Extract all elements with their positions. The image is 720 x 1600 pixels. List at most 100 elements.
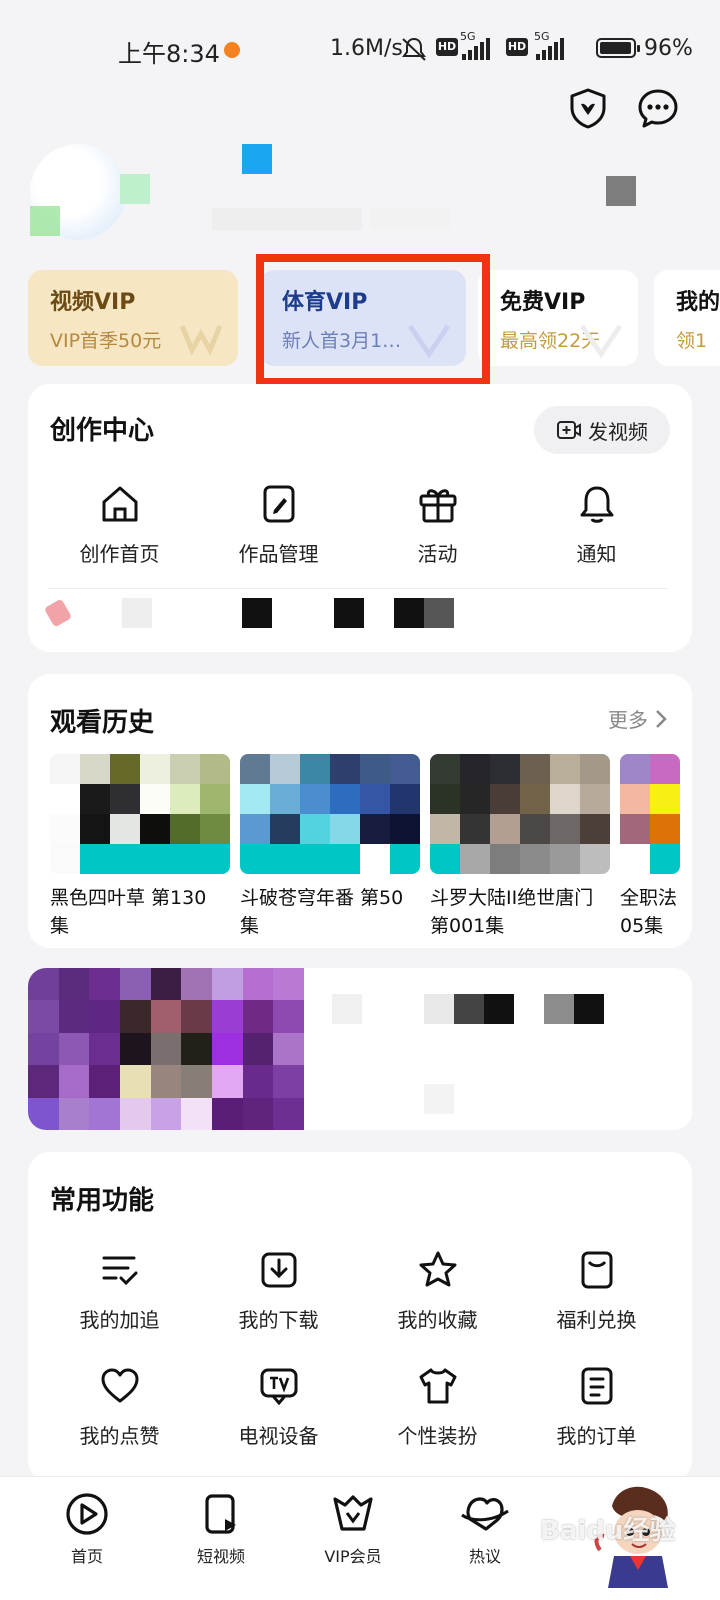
activity-item[interactable]: 活动: [358, 482, 517, 567]
vip-v-icon: [579, 324, 623, 359]
card-title: 常用功能: [50, 1186, 155, 1216]
order-icon: [581, 1367, 612, 1405]
heart-icon: [101, 1368, 138, 1403]
watch-history-card: 观看历史 更多 黑色四叶草 第130 集 斗破苍穹年番 第50 集 斗罗大陆II绝世…: [28, 674, 692, 948]
history-item[interactable]: 黑色四叶草 第130 集: [50, 754, 230, 940]
highlight-box: [256, 254, 490, 386]
username-mosaic: [212, 208, 362, 230]
tab-home[interactable]: 首页: [32, 1491, 142, 1567]
video-vip-card[interactable]: 视频VIP VIP首季50元: [28, 270, 238, 366]
common-item-label: 我的订单: [556, 1424, 637, 1448]
tshirt-icon: [419, 1368, 456, 1404]
banner-mosaic: [394, 598, 424, 628]
follow-list-item[interactable]: 我的加追: [40, 1248, 199, 1333]
history-item[interactable]: 斗破苍穹年番 第50 集: [240, 754, 420, 940]
username-mosaic: [370, 208, 450, 230]
chevron-right-icon: [656, 709, 667, 728]
personalize-item[interactable]: 个性装扮: [358, 1364, 517, 1449]
tv-devices-item[interactable]: 电视设备: [199, 1364, 358, 1449]
watermark-text: Baidu经验: [540, 1516, 676, 1546]
tab-short-video[interactable]: 短视频: [166, 1491, 276, 1567]
works-manage-item[interactable]: 作品管理: [199, 482, 358, 567]
my-vip-card[interactable]: 我的 领1: [654, 270, 720, 366]
favorites-item[interactable]: 我的收藏: [358, 1248, 517, 1333]
tab-vip[interactable]: VIP会员: [298, 1491, 408, 1567]
creation-item-label: 创作首页: [79, 542, 160, 566]
vip-card-title: 我的: [676, 290, 720, 315]
vip-crown-icon: [179, 325, 223, 356]
bell-icon: [580, 486, 613, 523]
creation-center-card: 创作中心 发视频 创作首页 作品管理 活动 通知: [28, 384, 692, 652]
creation-item-label: 通知: [576, 542, 617, 566]
common-item-label: 个性装扮: [397, 1424, 478, 1448]
tab-label: 首页: [70, 1547, 103, 1566]
history-title: 斗破苍穹年番 第50 集: [240, 887, 404, 937]
likes-item[interactable]: 我的点赞: [40, 1364, 199, 1449]
video-thumbnail: [50, 754, 230, 874]
mute-icon: [402, 37, 426, 61]
banner-mosaic: [424, 1084, 454, 1114]
history-title: 黑色四叶草 第130 集: [50, 887, 207, 937]
tab-label: VIP会员: [324, 1547, 382, 1566]
hd-badge-2: HD: [506, 38, 528, 56]
history-title: 斗罗大陆II绝世唐门 第001集: [430, 887, 594, 937]
vip-card-title: 视频VIP: [50, 290, 136, 315]
video-thumbnail: [240, 754, 420, 874]
net-speed: 1.6M/s: [330, 36, 403, 61]
more-label: 更多: [608, 708, 648, 732]
creation-grid: 创作首页 作品管理 活动 通知: [28, 482, 692, 567]
history-item[interactable]: 全职法 05集: [620, 754, 692, 940]
avatar-mosaic: [120, 174, 150, 204]
creation-home-item[interactable]: 创作首页: [40, 482, 199, 567]
banner-mosaic: [242, 598, 272, 628]
divider: [48, 588, 668, 589]
list-check-icon: [102, 1256, 137, 1286]
banner-mosaic: [122, 598, 152, 628]
signal-icon: [462, 36, 490, 60]
chat-planet-icon: [461, 1497, 509, 1531]
card-title: 创作中心: [50, 416, 155, 446]
promo-banner[interactable]: [28, 968, 692, 1130]
common-item-label: 电视设备: [238, 1424, 319, 1448]
free-vip-card[interactable]: 免费VIP 最高领22天: [478, 270, 638, 366]
orders-item[interactable]: 我的订单: [517, 1364, 676, 1449]
tab-label: 热议: [468, 1547, 501, 1566]
profile-mosaic: [606, 176, 636, 206]
star-icon: [419, 1251, 456, 1287]
shield-icon[interactable]: [566, 86, 610, 130]
banner-mosaic: [454, 994, 484, 1024]
banner-mosaic: [334, 598, 364, 628]
banner-mosaic: [544, 994, 574, 1024]
common-functions-card: 常用功能 我的加追 我的下载 我的收藏 福利兑换 我的点赞 电视设备 个性装扮 …: [28, 1152, 692, 1482]
banner-image: [28, 968, 304, 1130]
tab-label: 短视频: [196, 1547, 245, 1566]
notification-dot-icon: [224, 42, 240, 58]
common-item-label: 我的加追: [79, 1308, 160, 1332]
banner-mosaic: [424, 994, 454, 1024]
status-time: 上午8:34: [118, 40, 220, 68]
signal-icon-2: [536, 36, 564, 60]
tab-hot-discussion[interactable]: 热议: [430, 1491, 540, 1567]
creation-item-label: 作品管理: [238, 542, 319, 566]
battery-icon: [596, 38, 640, 58]
hd-badge: HD: [436, 38, 458, 56]
common-item-label: 我的点赞: [79, 1424, 160, 1448]
tv-icon: [260, 1368, 297, 1406]
play-icon: [66, 1493, 108, 1535]
common-item-label: 我的下载: [238, 1308, 319, 1332]
history-more-link[interactable]: 更多: [608, 704, 668, 733]
history-item[interactable]: 斗罗大陆II绝世唐门 第001集: [430, 754, 610, 940]
message-icon[interactable]: [636, 86, 680, 130]
status-bar: 上午8:34 1.6M/s HD 5G HD 5G 96%: [0, 0, 720, 96]
post-video-button[interactable]: 发视频: [534, 406, 670, 454]
notification-item[interactable]: 通知: [517, 482, 676, 567]
banner-mosaic: [43, 598, 73, 628]
user-profile-area[interactable]: [30, 140, 690, 250]
vip-card-title: 免费VIP: [500, 290, 586, 315]
short-video-icon: [205, 1494, 236, 1534]
post-video-label: 发视频: [588, 419, 648, 444]
banner-mosaic: [332, 994, 362, 1024]
banner-mosaic: [484, 994, 514, 1024]
rewards-exchange-item[interactable]: 福利兑换: [517, 1248, 676, 1333]
downloads-item[interactable]: 我的下载: [199, 1248, 358, 1333]
